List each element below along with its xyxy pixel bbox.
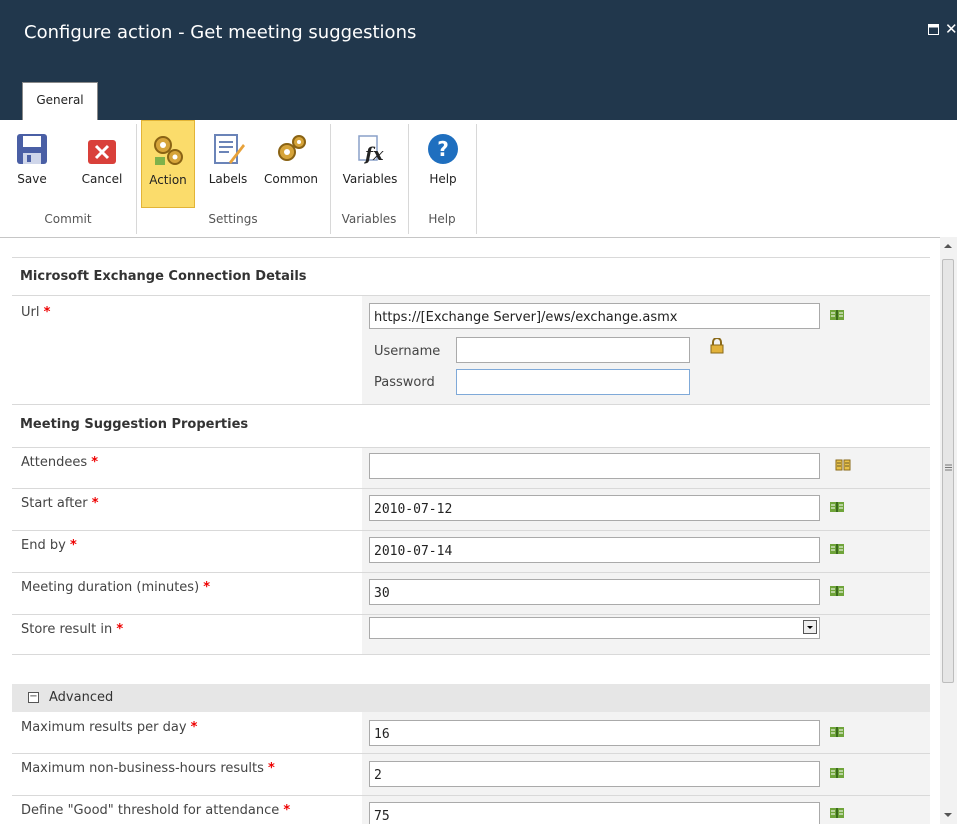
common-gears-icon [278,135,306,161]
help-icon: ? [428,134,458,164]
lookup-book-icon[interactable] [829,542,845,556]
close-icon[interactable]: ✕ [945,20,957,38]
vertical-scrollbar[interactable] [940,237,957,824]
store-result-label: Store result in * [21,622,124,637]
grip-icon [945,464,952,471]
lock-icon [710,338,724,354]
chevron-down-icon[interactable] [803,620,817,634]
connection-heading: Microsoft Exchange Connection Details [20,269,307,284]
labels-icon [214,134,245,164]
row-divider [12,404,930,405]
password-input[interactable] [456,369,690,395]
tab-general[interactable]: General [22,82,98,120]
dialog-title: Configure action - Get meeting suggestio… [24,22,417,43]
start-after-input[interactable]: 2010-07-12 [369,495,820,521]
advanced-section-header[interactable]: − Advanced [12,684,930,712]
variables-button[interactable]: fx Variables [337,120,403,208]
max-non-business-label: Maximum non-business-hours results * [21,761,275,776]
save-button[interactable]: Save [14,120,50,208]
lookup-book-icon[interactable] [829,308,845,322]
password-label: Password [374,375,435,390]
variables-fx-icon: fx [358,135,384,165]
max-non-business-input[interactable]: 2 [369,761,820,787]
svg-text:fx: fx [363,144,384,165]
end-by-label: End by * [21,538,77,553]
scrollbar-thumb[interactable] [942,259,954,683]
svg-text:?: ? [437,137,449,161]
cancel-button[interactable]: Cancel [76,120,128,208]
row-divider [12,257,930,258]
cancel-icon [88,140,116,164]
common-button[interactable]: Common [259,120,323,208]
lookup-book-icon[interactable] [829,806,845,820]
group-help: Help [428,212,456,226]
ribbon: Save Cancel Action Labels Common fx Vari… [0,120,957,238]
username-input[interactable] [456,337,690,363]
max-results-per-day-input[interactable]: 16 [369,720,820,746]
group-commit: Commit [44,212,92,226]
group-variables: Variables [341,212,397,226]
meeting-heading: Meeting Suggestion Properties [20,417,249,432]
action-gears-icon [154,136,183,165]
advanced-heading: Advanced [49,690,114,705]
end-by-input[interactable]: 2010-07-14 [369,537,820,563]
lookup-book-icon[interactable] [829,584,845,598]
lookup-book-icon[interactable] [829,766,845,780]
scroll-up-icon[interactable] [944,243,952,249]
max-results-per-day-label: Maximum results per day * [21,720,198,735]
group-separator [476,124,477,234]
help-button[interactable]: ? Help [420,120,466,208]
lookup-book-icon[interactable] [829,500,845,514]
username-label: Username [374,344,441,359]
maximize-icon[interactable] [928,24,939,39]
scroll-down-icon[interactable] [944,812,952,818]
good-threshold-input[interactable]: 75 [369,802,820,824]
good-threshold-label: Define "Good" threshold for attendance * [21,803,291,818]
attendees-input[interactable] [369,453,820,479]
attendees-label: Attendees * [21,455,99,470]
address-book-icon[interactable] [835,458,851,472]
action-button[interactable]: Action [141,120,195,208]
url-label: Url * [21,305,51,320]
collapse-icon[interactable]: − [28,692,39,703]
start-after-label: Start after * [21,496,99,511]
url-input[interactable]: https://[Exchange Server]/ews/exchange.a… [369,303,820,329]
dialog-titlebar: Configure action - Get meeting suggestio… [0,0,957,120]
lookup-book-icon[interactable] [829,725,845,739]
store-result-select[interactable] [369,617,820,639]
duration-label: Meeting duration (minutes) * [21,580,211,595]
save-icon [17,134,47,164]
form-content: Microsoft Exchange Connection Details Ur… [0,237,940,824]
group-settings: Settings [208,212,258,226]
duration-input[interactable]: 30 [369,579,820,605]
row-divider [12,654,930,655]
labels-button[interactable]: Labels [203,120,253,208]
